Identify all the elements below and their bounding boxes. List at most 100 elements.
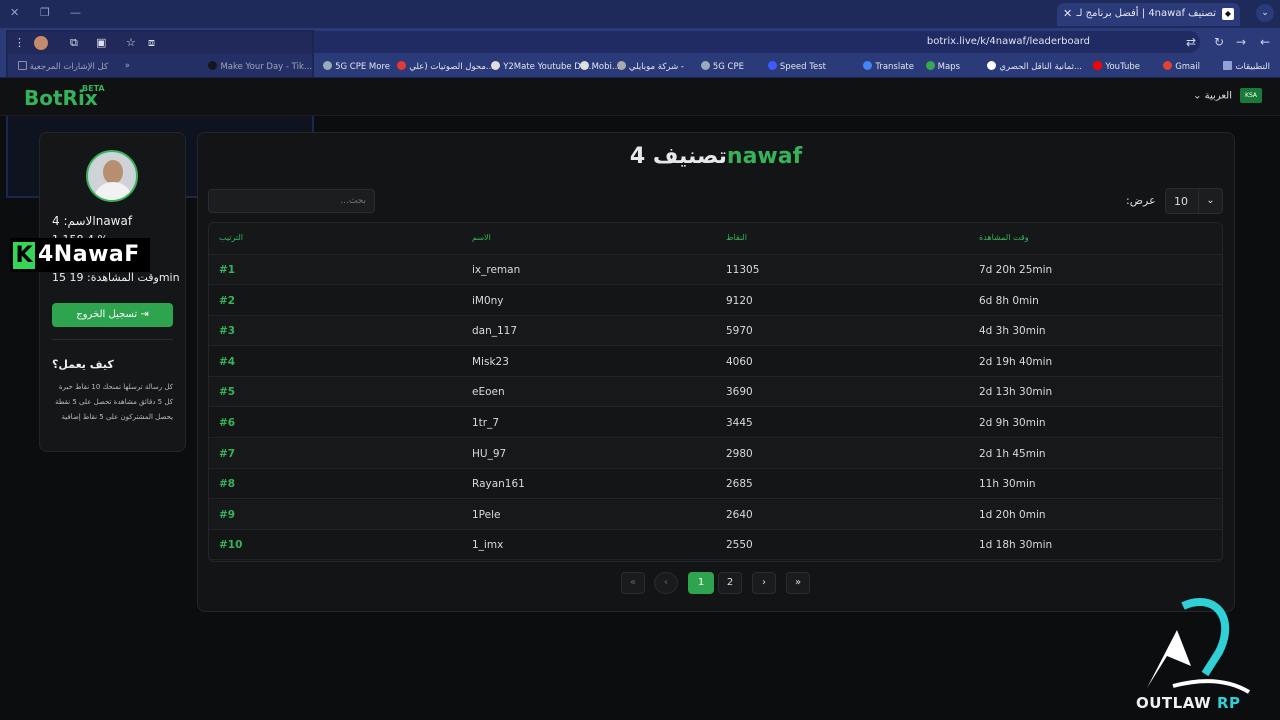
watch-time-cell: 2d 1h 45min xyxy=(979,447,1046,460)
rank-cell: #7 xyxy=(219,447,236,460)
watch-time-cell: 6d 8h 0min xyxy=(979,294,1039,307)
name-cell: 1_imx xyxy=(472,539,504,552)
avatar xyxy=(86,150,138,202)
rank-cell: #9 xyxy=(219,508,236,521)
browser-tab[interactable]: ◆ تصنيف 4nawaf | أفضل برنامج لـ ✕ xyxy=(1057,3,1240,26)
rank-cell: #3 xyxy=(219,325,236,338)
page-size-select[interactable]: 10 ⌄ xyxy=(1165,188,1223,214)
browser-tab-bar: ✕ ❐ — + ◆ تصنيف 4nawaf | أفضل برنامج لـ … xyxy=(0,0,1280,28)
url-text: botrix.live/k/4nawaf/leaderboard xyxy=(926,36,1090,47)
profile-watch-time: وقت المشاهدة: 19 15min xyxy=(52,271,180,284)
restore-window-icon[interactable]: ❐ xyxy=(40,6,50,19)
table-row: #9 1Pele 2640 1d 20h 0min xyxy=(209,499,1222,530)
site-info-icon[interactable]: ⇄ xyxy=(1186,35,1196,49)
rank-cell: #2 xyxy=(219,294,236,307)
name-cell: dan_117 xyxy=(472,325,518,338)
reload-icon[interactable]: ↻ xyxy=(1214,35,1224,49)
watch-time-cell: 2d 19h 40min xyxy=(979,355,1053,368)
profile-name: الاسم: 4nawaf xyxy=(52,214,133,228)
table-row: #10 1_imx 2550 1d 18h 30min xyxy=(209,530,1222,561)
points-cell: 3690 xyxy=(726,386,753,399)
url-field[interactable]: botrix.live/k/4nawaf/leaderboard xyxy=(170,31,1200,53)
points-cell: 9120 xyxy=(726,294,753,307)
table-row: #4 Misk23 4060 2d 19h 40min xyxy=(209,347,1222,377)
first-page-button[interactable]: « xyxy=(621,572,645,594)
points-cell: 5970 xyxy=(726,325,753,338)
table-row: #7 HU_97 2980 2d 1h 45min xyxy=(209,438,1222,469)
minimize-window-icon[interactable]: — xyxy=(70,6,81,19)
kick-logo-icon: K xyxy=(13,242,35,269)
site-header xyxy=(0,78,1280,116)
watch-time-cell: 1d 18h 30min xyxy=(979,539,1053,552)
points-cell: 2550 xyxy=(726,539,753,552)
menu-dots-icon[interactable]: ⋮ xyxy=(14,36,25,49)
cast-icon[interactable]: ⧈ xyxy=(148,36,155,50)
logout-button[interactable]: تسجيل الخروج ⇥ xyxy=(52,303,173,327)
tab-search-icon[interactable]: ⌄ xyxy=(1256,4,1274,22)
points-cell: 4060 xyxy=(726,355,753,368)
audio-converter-icon xyxy=(397,61,407,70)
extensions-icon[interactable]: ⧉ xyxy=(70,36,78,50)
how-it-works-title: كيف يعمل؟ xyxy=(52,358,114,371)
title-name: nawaf xyxy=(726,144,803,169)
forward-icon[interactable]: → xyxy=(1236,35,1246,49)
back-icon[interactable]: ← xyxy=(1260,35,1270,49)
bookmark-mobily[interactable]: شركة موبايلي - xyxy=(614,61,684,72)
bookmark-youtube[interactable]: YouTube xyxy=(1090,61,1140,72)
name-cell: HU_97 xyxy=(472,447,507,460)
page-title: 4 تصنيفnawaf xyxy=(200,144,1232,169)
bookmark-thmanyah[interactable]: ثمانية الناقل الحصري... xyxy=(984,61,1082,72)
watch-time-cell: 7d 20h 25min xyxy=(979,264,1053,276)
brand-text: 4NawaF xyxy=(38,242,140,267)
rank-cell: #1 xyxy=(219,264,236,276)
bookmark-5gcpe-more[interactable]: 5G CPE More xyxy=(320,61,390,72)
bookmark-audio-converter[interactable]: محول الصوتيات (علي... xyxy=(394,61,494,72)
bookmark-speedtest[interactable]: Speed Test xyxy=(765,61,826,72)
show-label: عرض: xyxy=(1126,194,1156,207)
bookmark-star-icon[interactable]: ☆ xyxy=(126,36,136,49)
header-rank[interactable]: الترتيب xyxy=(219,233,243,242)
header-points[interactable]: النقاط xyxy=(726,233,747,242)
tab-groups-icon[interactable]: ▣ xyxy=(96,36,106,49)
chevron-down-icon: ⌄ xyxy=(1198,189,1222,213)
rank-cell: #5 xyxy=(219,386,236,399)
bookmark-5gcpe[interactable]: 5G CPE xyxy=(698,61,744,72)
last-page-button[interactable]: » xyxy=(786,572,810,594)
page-button-1[interactable]: 1 xyxy=(688,572,714,594)
close-window-icon[interactable]: ✕ xyxy=(10,6,19,19)
points-cell: 2640 xyxy=(726,508,753,521)
watch-time-cell: 2d 13h 30min xyxy=(979,386,1053,399)
name-cell: ix_reman xyxy=(472,264,521,276)
header-name[interactable]: الاسم xyxy=(472,233,491,242)
bookmark-y2mate[interactable]: Y2Mate Youtube Do... xyxy=(488,61,594,72)
watch-time-cell: 1d 20h 0min xyxy=(979,508,1046,521)
search-input[interactable]: بحث... xyxy=(208,189,375,213)
language-selector[interactable]: KSA العربية ⌄ xyxy=(1193,88,1262,103)
rank-cell: #4 xyxy=(219,355,236,368)
profile-avatar-icon[interactable] xyxy=(34,36,48,50)
translate-icon xyxy=(863,61,873,70)
watermark-text: OUTLAW RP xyxy=(1136,694,1241,712)
tab-close-icon[interactable]: ✕ xyxy=(1063,7,1072,20)
prev-page-button[interactable]: ‹ xyxy=(654,572,678,594)
tab-favicon-icon: ◆ xyxy=(1222,8,1234,20)
bookmark-translate[interactable]: Translate xyxy=(860,61,914,72)
next-page-button[interactable]: › xyxy=(752,572,776,594)
bookmark-gmail[interactable]: Gmail xyxy=(1160,61,1200,72)
header-watch-time[interactable]: وقت المشاهدة xyxy=(979,233,1029,242)
thmanyah-icon xyxy=(987,61,997,70)
table-row: #6 1tr_7 3445 2d 9h 30min xyxy=(209,408,1222,438)
page-size-value: 10 xyxy=(1174,195,1188,208)
title-number: 4 xyxy=(629,144,646,169)
points-cell: 11305 xyxy=(726,264,760,276)
name-cell: Rayan161 xyxy=(472,478,525,491)
bookmark-apps[interactable]: التطبيقات xyxy=(1220,61,1270,72)
cpe-icon xyxy=(700,61,710,70)
page-button-2[interactable]: 2 xyxy=(718,572,742,594)
bookmark-maps[interactable]: Maps xyxy=(923,61,960,72)
points-cell: 3445 xyxy=(726,417,753,429)
beta-badge: BETA xyxy=(82,84,105,93)
rank-cell: #8 xyxy=(219,478,236,491)
logout-label: تسجيل الخروج xyxy=(76,309,138,320)
leaderboard-table: الترتيب الاسم النقاط وقت المشاهدة #1 ix_r… xyxy=(208,222,1223,562)
